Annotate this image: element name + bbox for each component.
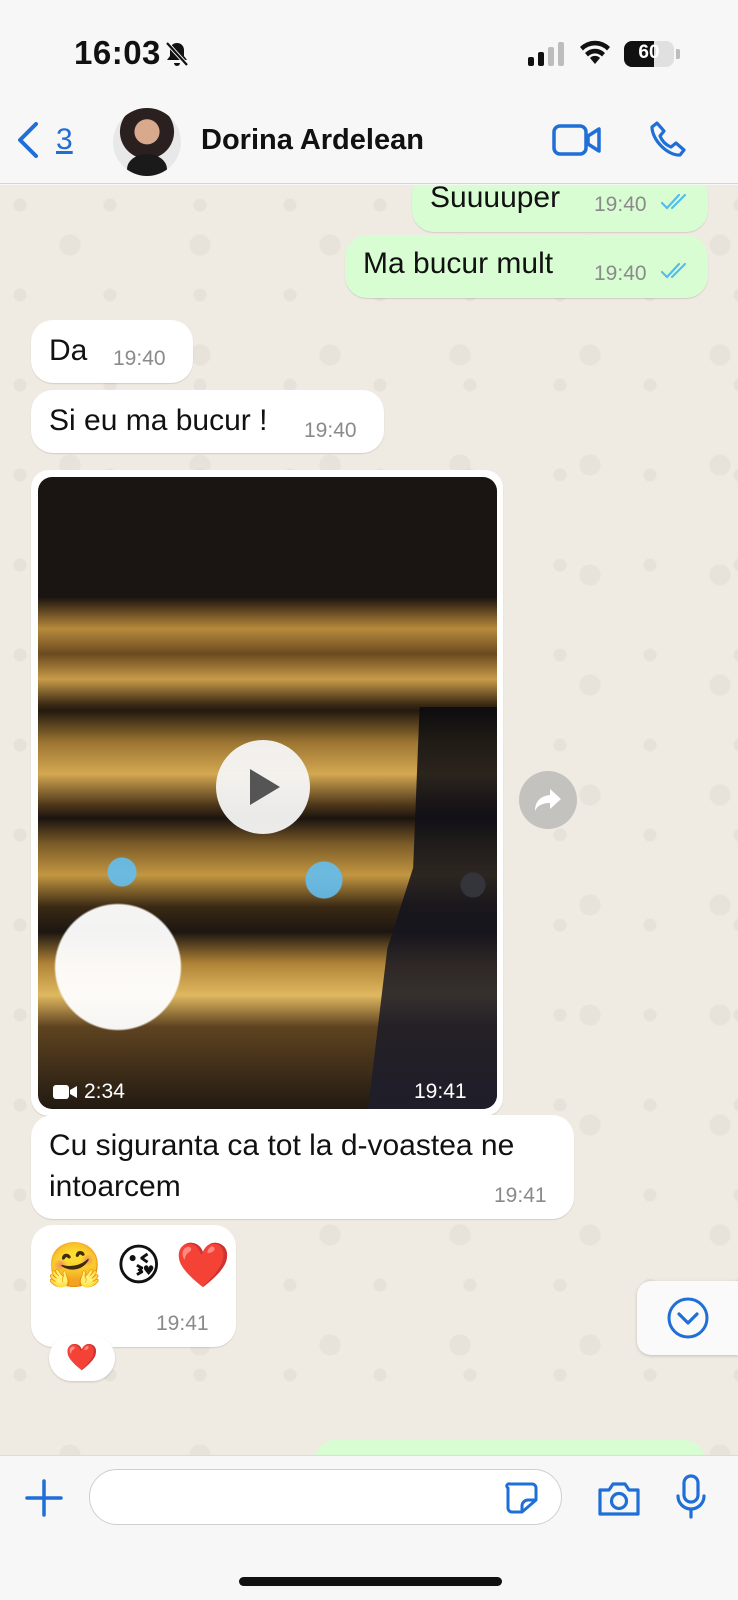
message-incoming[interactable]: 🤗 😘 ❤️ 19:41 — [31, 1225, 236, 1347]
message-text: Cu siguranta ca tot la d-voastea ne into… — [49, 1129, 515, 1203]
sticker-icon[interactable] — [504, 1480, 540, 1516]
message-incoming[interactable]: Da 19:40 — [31, 320, 193, 383]
status-bar: 16:03 60 — [0, 0, 738, 100]
message-outgoing-partial[interactable] — [315, 1440, 705, 1455]
video-duration: 2:34 — [52, 1080, 125, 1104]
battery-level: 60 — [638, 42, 660, 63]
plus-icon[interactable] — [24, 1478, 64, 1518]
contact-name[interactable]: Dorina Ardelean — [201, 124, 424, 157]
message-time: 19:41 — [414, 1080, 467, 1103]
back-button[interactable]: 3 — [14, 120, 73, 160]
bell-slash-icon — [165, 41, 189, 67]
chat-area[interactable]: Suuuuper 19:40 Ma bucur mult 19:40 Da 19… — [0, 185, 738, 1455]
message-time: 19:41 — [156, 1312, 209, 1335]
forward-icon — [535, 789, 561, 811]
message-input[interactable] — [89, 1469, 562, 1525]
message-text: Suuuuper — [430, 185, 561, 214]
message-incoming[interactable]: Si eu ma bucur ! 19:40 — [31, 390, 384, 453]
reaction-badge[interactable]: ❤️ — [49, 1335, 115, 1381]
message-text: Si eu ma bucur ! — [49, 404, 268, 437]
chevron-down-circle-icon — [667, 1297, 708, 1339]
wifi-icon — [580, 40, 610, 64]
read-ticks-icon — [660, 193, 687, 210]
video-camera-icon — [53, 1085, 77, 1099]
phone-icon[interactable] — [648, 120, 688, 160]
message-time: 19:40 — [113, 347, 166, 370]
message-time: 19:40 — [594, 262, 647, 285]
home-indicator — [239, 1577, 502, 1586]
message-incoming[interactable]: Cu siguranta ca tot la d-voastea ne into… — [31, 1115, 574, 1219]
chevron-left-icon — [18, 122, 38, 158]
unread-count[interactable]: 3 — [56, 123, 73, 157]
message-outgoing[interactable]: Suuuuper 19:40 — [412, 185, 708, 232]
message-time: 19:40 — [304, 419, 357, 442]
read-ticks-icon — [660, 262, 687, 279]
chat-header: 3 Dorina Ardelean — [0, 100, 738, 184]
microphone-icon[interactable] — [675, 1474, 707, 1520]
forward-button[interactable] — [519, 771, 577, 829]
camera-icon[interactable] — [596, 1480, 642, 1518]
signal-icon — [528, 42, 564, 66]
message-text: Ma bucur mult — [363, 247, 554, 280]
message-time: 19:41 — [494, 1184, 547, 1207]
message-time: 19:40 — [594, 193, 647, 216]
video-duration-text: 2:34 — [84, 1080, 125, 1103]
message-outgoing[interactable]: Ma bucur mult 19:40 — [345, 235, 708, 298]
status-time: 16:03 — [74, 34, 161, 71]
message-text: 🤗 😘 ❤️ — [47, 1240, 231, 1291]
input-bar — [0, 1455, 738, 1600]
battery-icon: 60 — [624, 41, 674, 67]
message-text: Da — [49, 334, 88, 367]
play-button[interactable] — [216, 740, 310, 834]
avatar[interactable] — [113, 108, 181, 176]
reaction-emoji: ❤️ — [65, 1343, 99, 1373]
play-icon — [250, 769, 280, 805]
scroll-to-bottom-button[interactable] — [637, 1281, 738, 1355]
video-camera-icon[interactable] — [552, 122, 602, 158]
